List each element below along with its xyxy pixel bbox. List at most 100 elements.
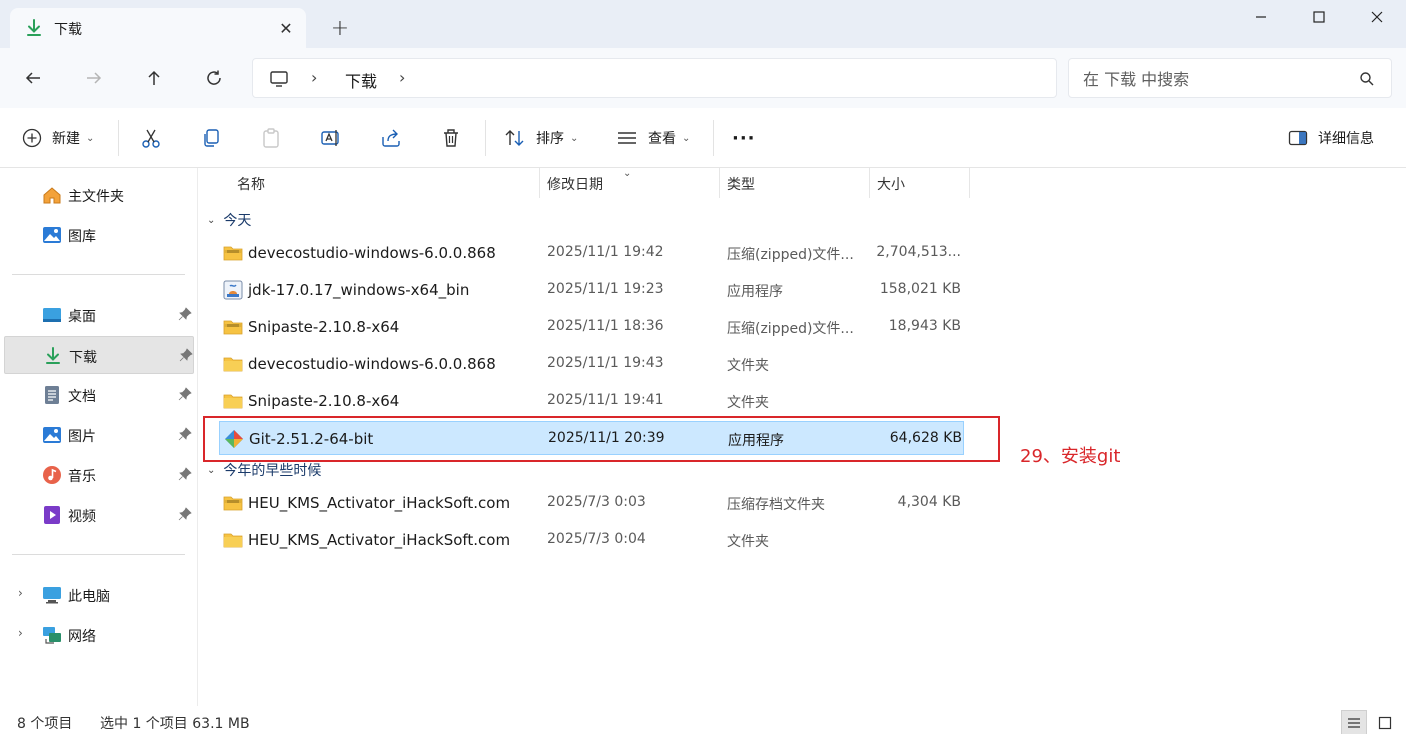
sidebar-item-home[interactable]: 主文件夹 [4,176,194,214]
details-label: 详细信息 [1318,131,1374,147]
table-row[interactable]: Snipaste-2.10.8-x64 2025/11/1 19:41 文件夹 [219,384,964,418]
pin-icon[interactable] [179,348,193,362]
table-row[interactable]: devecostudio-windows-6.0.0.868 2025/11/1… [219,347,964,381]
details-pane-button[interactable]: 详细信息 [1288,122,1374,154]
search-input[interactable] [1083,67,1343,91]
sidebar-item-label: 桌面 [68,309,96,325]
chevron-right-icon[interactable]: › [18,626,23,640]
forward-button[interactable] [77,62,111,94]
list-view-icon [618,132,636,144]
address-bar[interactable]: › 下载 › [252,58,1057,98]
view-button[interactable]: 查看 ⌄ [616,122,690,154]
chevron-down-icon: ⌄ [682,132,691,144]
column-header-type[interactable]: 类型 [727,168,755,200]
sidebar-item-downloads[interactable]: 下载 [4,336,194,374]
computer-icon [42,585,62,605]
navigation-pane: 主文件夹 图库 桌面 下载 文档 图片 音乐 视频 › 此电脑 › 网络 [0,168,198,706]
table-row[interactable]: HEU_KMS_Activator_iHackSoft.com 2025/7/3… [219,523,964,557]
sidebar-item-this-pc[interactable]: › 此电脑 [4,576,194,614]
breadcrumb-separator[interactable]: › [311,68,317,87]
tiles-view-button[interactable] [1372,710,1398,734]
up-button[interactable] [137,62,171,94]
sidebar-divider [12,554,185,555]
tab-downloads[interactable]: 下载 ✕ [10,8,306,48]
paste-button[interactable] [260,122,282,154]
new-tab-button[interactable]: + [326,14,354,42]
pin-icon[interactable] [178,307,192,321]
column-divider[interactable] [869,168,870,198]
table-row[interactable]: jdk-17.0.17_windows-x64_bin 2025/11/1 19… [219,273,964,307]
sidebar-item-desktop[interactable]: 桌面 [4,296,194,334]
toolbar-divider [485,120,486,156]
file-name: Snipaste-2.10.8-x64 [248,392,400,410]
pin-icon[interactable] [178,427,192,441]
file-date: 2025/11/1 19:43 [547,355,664,371]
sort-button[interactable]: 排序 ⌄ [504,122,578,154]
sidebar-item-label: 音乐 [68,469,96,485]
file-type: 压缩(zipped)文件... [727,247,854,263]
video-icon [42,505,62,525]
close-window-button[interactable] [1348,0,1406,34]
annotation-label: 29、安装git [1020,446,1121,467]
file-type: 应用程序 [727,284,783,300]
file-type: 文件夹 [727,534,769,550]
file-date: 2025/7/3 0:04 [547,531,646,547]
tab-close-button[interactable]: ✕ [274,16,298,40]
column-divider[interactable] [539,168,540,198]
breadcrumb-downloads[interactable]: 下载 [345,68,377,92]
selection-info: 选中 1 个项目 63.1 MB [100,716,250,732]
download-icon [24,18,44,38]
column-header-date[interactable]: 修改日期 [547,168,603,200]
column-header-name[interactable]: 名称 [237,168,265,200]
file-size: 158,021 KB [879,281,961,297]
sidebar-item-label: 主文件夹 [68,189,124,205]
column-divider[interactable] [719,168,720,198]
computer-icon [269,69,289,89]
sidebar-item-videos[interactable]: 视频 [4,496,194,534]
sidebar-item-pictures[interactable]: 图片 [4,416,194,454]
column-divider[interactable] [969,168,970,198]
table-row[interactable]: devecostudio-windows-6.0.0.868 2025/11/1… [219,236,964,270]
search-box[interactable] [1068,58,1392,98]
copy-button[interactable] [200,122,222,154]
pin-icon[interactable] [178,467,192,481]
table-row[interactable]: HEU_KMS_Activator_iHackSoft.com 2025/7/3… [219,486,964,520]
back-button[interactable] [16,62,50,94]
file-date: 2025/7/3 0:03 [547,494,646,510]
breadcrumb-separator[interactable]: › [399,68,405,87]
pin-icon[interactable] [178,507,192,521]
sort-descending-icon: ⌄ [623,168,632,179]
file-type: 压缩存档文件夹 [727,497,825,513]
arrow-left-icon [25,72,40,84]
minimize-button[interactable] [1232,0,1290,34]
refresh-button[interactable] [197,62,231,94]
share-button[interactable] [380,122,402,154]
delete-button[interactable] [440,122,462,154]
maximize-button[interactable] [1290,0,1348,34]
sidebar-item-network[interactable]: › 网络 [4,616,194,654]
sidebar-item-documents[interactable]: 文档 [4,376,194,414]
chevron-right-icon[interactable]: › [18,586,23,600]
folder-icon [223,391,243,411]
new-label: 新建 [52,131,80,147]
music-icon [42,465,62,485]
table-row[interactable]: Snipaste-2.10.8-x64 2025/11/1 18:36 压缩(z… [219,310,964,344]
details-view-button[interactable] [1341,710,1367,734]
more-options-button[interactable]: ··· [732,122,756,154]
search-icon[interactable] [1359,71,1375,87]
download-icon [43,346,63,366]
annotation-highlight-box [203,416,1000,462]
network-icon [42,625,62,645]
new-button[interactable]: 新建 ⌄ [22,122,94,154]
sidebar-item-music[interactable]: 音乐 [4,456,194,494]
rename-button[interactable] [320,122,342,154]
pin-icon[interactable] [178,387,192,401]
group-header-today[interactable]: ⌄ 今天 [207,206,251,234]
sidebar-item-gallery[interactable]: 图库 [4,216,194,254]
sort-label: 排序 [536,131,564,147]
column-header-size[interactable]: 大小 [877,168,905,200]
file-size: 4,304 KB [897,494,961,510]
sidebar-item-label: 下载 [69,350,97,366]
sidebar-item-label: 视频 [68,509,96,525]
cut-button[interactable] [140,122,162,154]
